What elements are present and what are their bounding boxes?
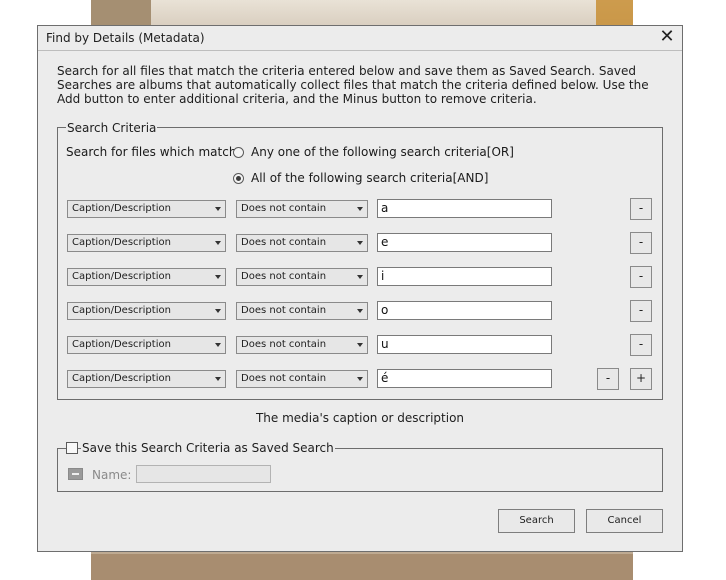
dialog-title: Find by Details (Metadata)	[46, 31, 205, 45]
chevron-down-icon	[215, 309, 221, 313]
operator-select[interactable]: Does not contain	[236, 268, 368, 286]
field-description: The media's caption or description	[255, 411, 465, 425]
remove-criteria-button[interactable]: -	[597, 368, 619, 390]
field-select-value: Caption/Description	[72, 373, 171, 384]
cancel-button[interactable]: Cancel	[586, 509, 663, 533]
chevron-down-icon	[357, 241, 363, 245]
chevron-down-icon	[215, 377, 221, 381]
add-criteria-button[interactable]: +	[630, 368, 652, 390]
find-by-details-dialog: Find by Details (Metadata) ✕ Search for …	[37, 25, 683, 552]
operator-select-value: Does not contain	[241, 237, 327, 248]
operator-select[interactable]: Does not contain	[236, 302, 368, 320]
operator-select[interactable]: Does not contain	[236, 370, 368, 388]
value-input[interactable]: a	[377, 199, 552, 218]
radio-all-label[interactable]: All of the following search criteria[AND…	[251, 171, 488, 185]
operator-select-value: Does not contain	[241, 305, 327, 316]
name-input[interactable]	[136, 465, 271, 483]
chevron-down-icon	[357, 377, 363, 381]
value-input[interactable]: e	[377, 233, 552, 252]
field-select-value: Caption/Description	[72, 339, 171, 350]
match-label: Search for files which match:	[66, 145, 241, 159]
field-select[interactable]: Caption/Description	[67, 200, 226, 218]
operator-select-value: Does not contain	[241, 339, 327, 350]
value-input[interactable]: é	[377, 369, 552, 388]
remove-criteria-button[interactable]: -	[630, 266, 652, 288]
field-select[interactable]: Caption/Description	[67, 336, 226, 354]
operator-select[interactable]: Does not contain	[236, 200, 368, 218]
field-select[interactable]: Caption/Description	[67, 370, 226, 388]
name-field-icon	[68, 468, 83, 480]
intro-text: Search for all files that match the crit…	[57, 64, 649, 106]
radio-any[interactable]	[233, 147, 244, 158]
name-label: Name:	[92, 468, 132, 482]
chevron-down-icon	[357, 343, 363, 347]
radio-any-label[interactable]: Any one of the following search criteria…	[251, 145, 514, 159]
chevron-down-icon	[215, 343, 221, 347]
field-select[interactable]: Caption/Description	[67, 302, 226, 320]
search-criteria-group	[57, 127, 663, 400]
search-criteria-legend: Search Criteria	[66, 121, 158, 135]
field-select-value: Caption/Description	[72, 271, 171, 282]
field-select[interactable]: Caption/Description	[67, 234, 226, 252]
save-search-checkbox[interactable]	[66, 442, 78, 454]
search-button[interactable]: Search	[498, 509, 575, 533]
background-photo-edge	[596, 0, 633, 25]
chevron-down-icon	[357, 309, 363, 313]
value-input[interactable]: o	[377, 301, 552, 320]
field-select-value: Caption/Description	[72, 237, 171, 248]
operator-select[interactable]: Does not contain	[236, 234, 368, 252]
background-photo-edge	[91, 0, 151, 25]
operator-select-value: Does not contain	[241, 373, 327, 384]
value-input[interactable]: u	[377, 335, 552, 354]
close-icon[interactable]: ✕	[658, 27, 676, 47]
background-photo-edge	[91, 554, 633, 580]
field-select-value: Caption/Description	[72, 305, 171, 316]
title-bar: Find by Details (Metadata) ✕	[38, 26, 682, 51]
remove-criteria-button[interactable]: -	[630, 232, 652, 254]
chevron-down-icon	[357, 207, 363, 211]
chevron-down-icon	[215, 275, 221, 279]
save-search-label[interactable]: Save this Search Criteria as Saved Searc…	[81, 441, 335, 455]
field-select[interactable]: Caption/Description	[67, 268, 226, 286]
remove-criteria-button[interactable]: -	[630, 300, 652, 322]
operator-select-value: Does not contain	[241, 271, 327, 282]
chevron-down-icon	[215, 207, 221, 211]
operator-select-value: Does not contain	[241, 203, 327, 214]
remove-criteria-button[interactable]: -	[630, 198, 652, 220]
operator-select[interactable]: Does not contain	[236, 336, 368, 354]
value-input[interactable]: i	[377, 267, 552, 286]
chevron-down-icon	[215, 241, 221, 245]
remove-criteria-button[interactable]: -	[630, 334, 652, 356]
field-select-value: Caption/Description	[72, 203, 171, 214]
radio-all[interactable]	[233, 173, 244, 184]
chevron-down-icon	[357, 275, 363, 279]
